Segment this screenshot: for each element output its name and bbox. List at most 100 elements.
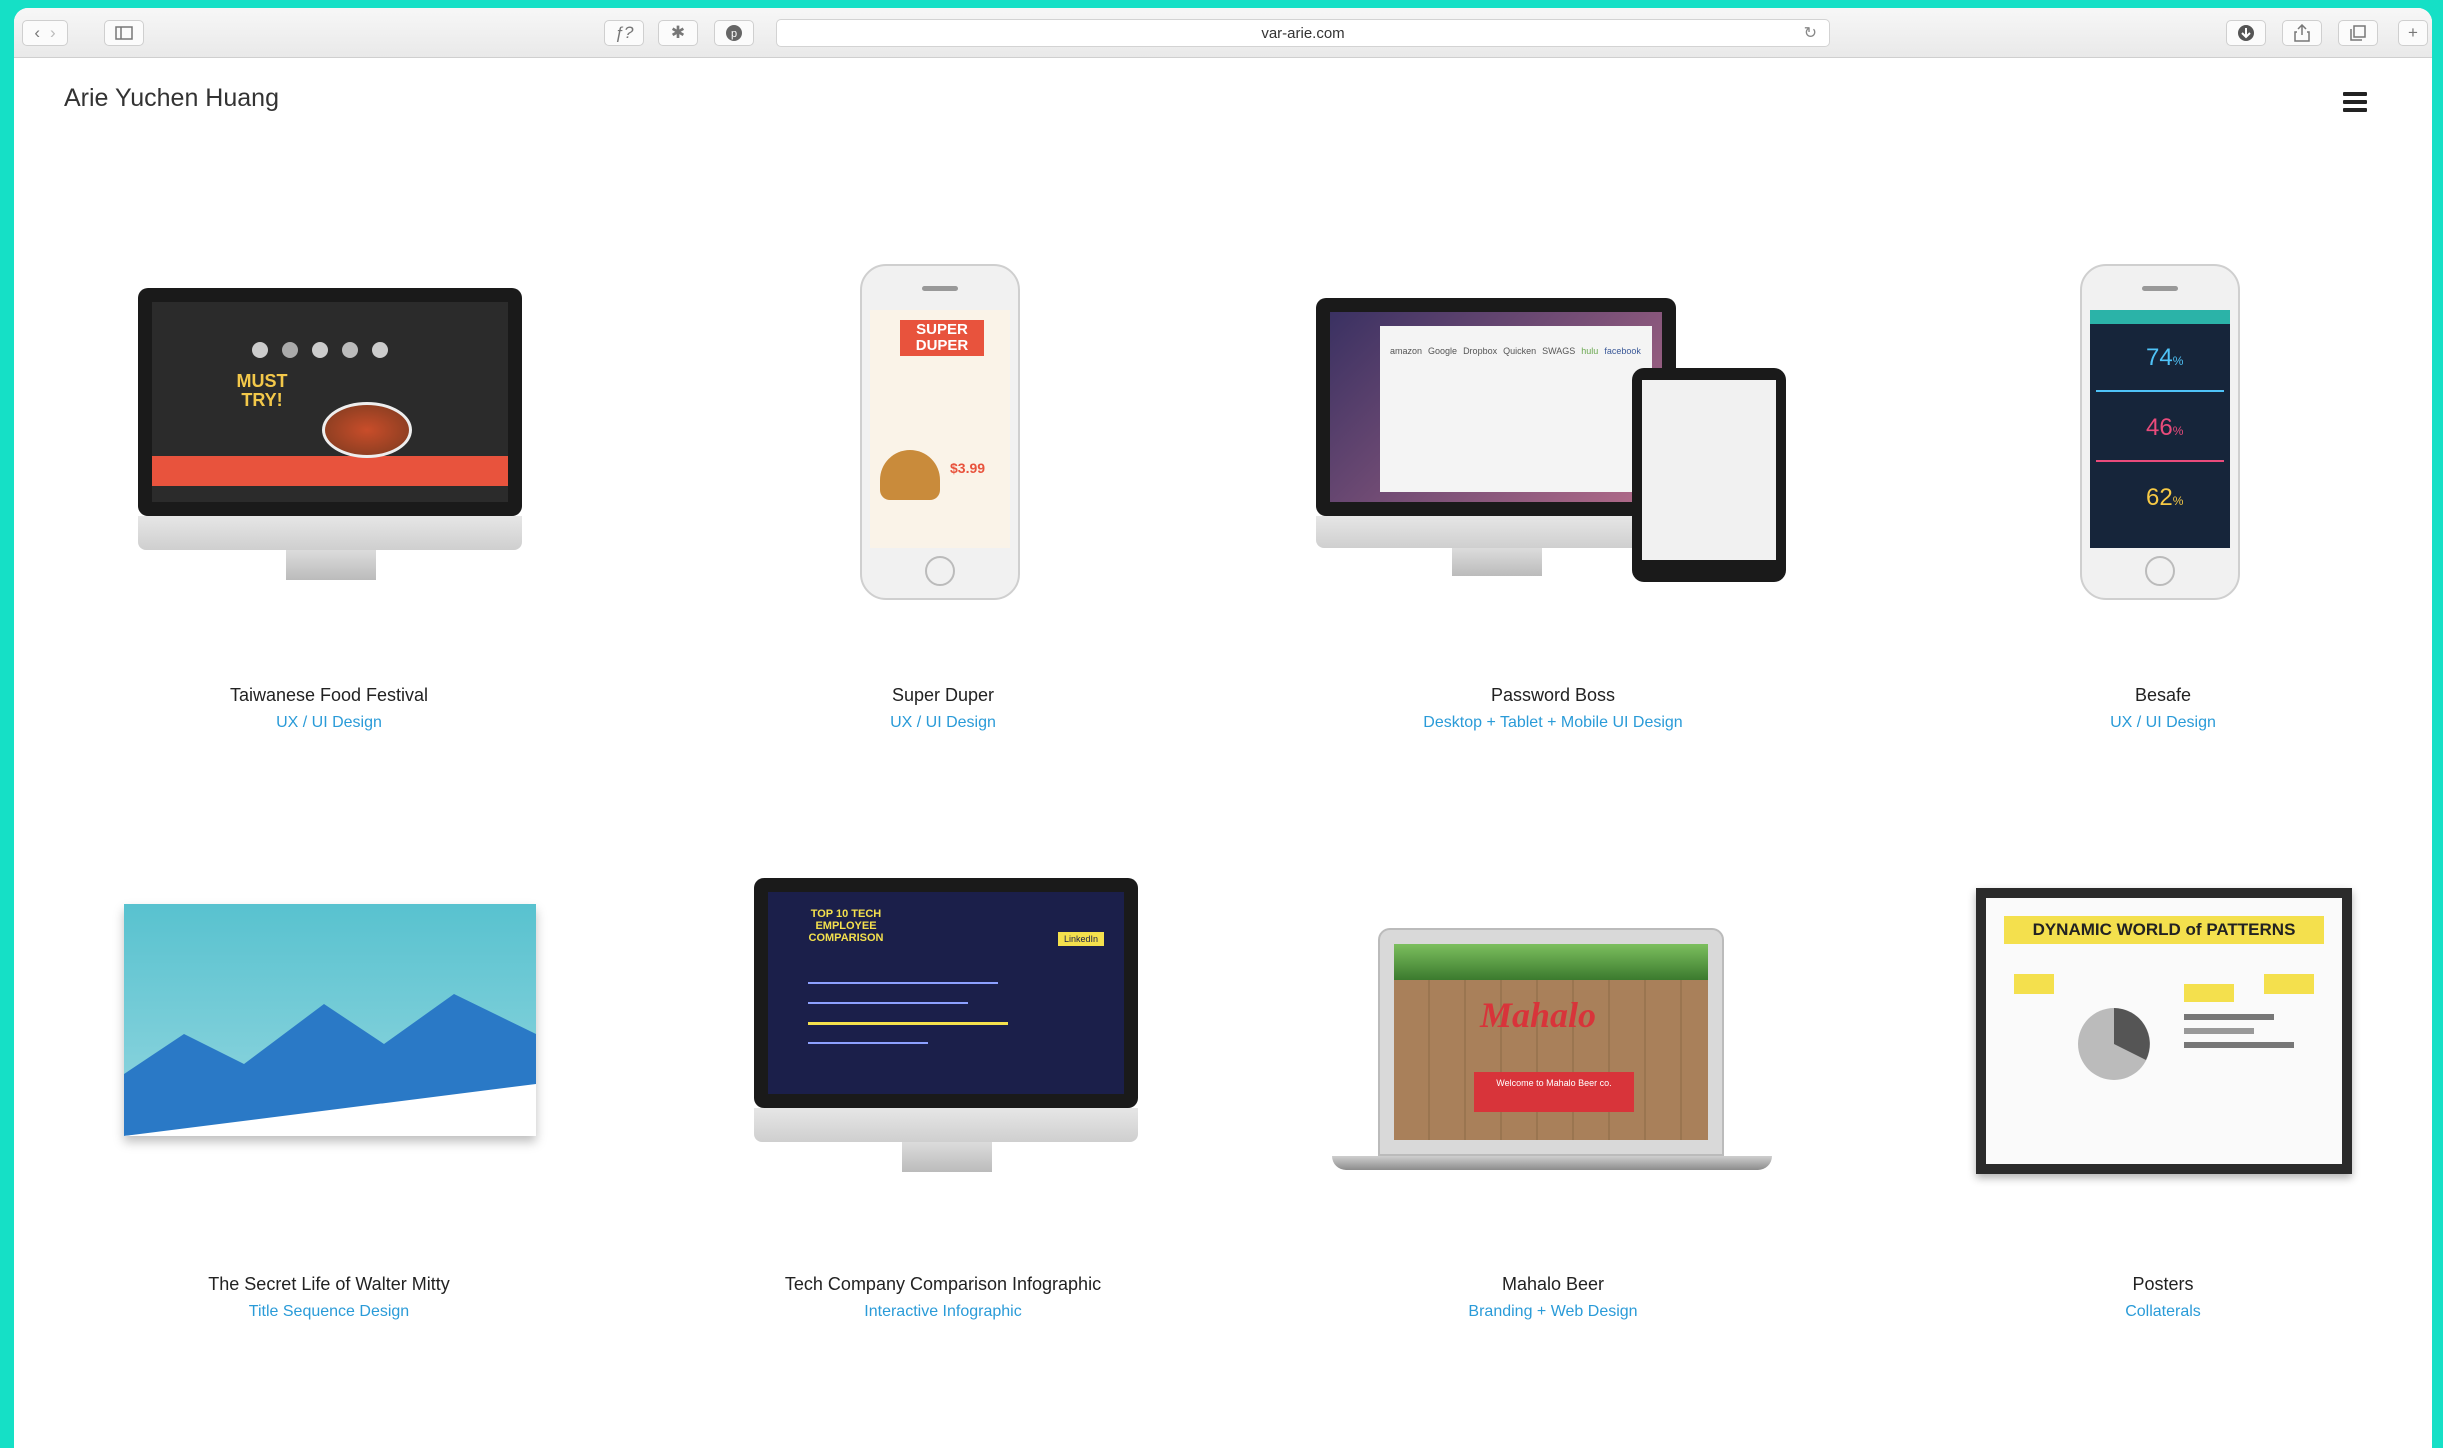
project-thumb-walter-mitty[interactable] bbox=[24, 828, 634, 1158]
thumb-screen-content: TOP 10 TECH EMPLOYEE COMPARISON LinkedIn bbox=[768, 892, 1124, 1094]
project-category[interactable]: Desktop + Tablet + Mobile UI Design bbox=[1248, 714, 1858, 732]
thumb-logo-swags: SWAGS bbox=[1542, 346, 1576, 356]
extension-icon: ✱ bbox=[670, 23, 686, 42]
poster-graphic bbox=[2014, 974, 2314, 1080]
imac-screen: amazon Google Dropbox Quicken SWAGS hulu… bbox=[1316, 298, 1676, 516]
picture-frame: DYNAMIC WORLD of PATTERNS bbox=[1976, 888, 2352, 1174]
thumb-screen-content: SUPER DUPER $3.99 bbox=[870, 310, 1010, 548]
imac-chin bbox=[1316, 516, 1676, 548]
thumb-tag: LinkedIn bbox=[1057, 932, 1104, 946]
sidebar-button[interactable] bbox=[104, 20, 144, 46]
project-title[interactable]: Mahalo Beer bbox=[1248, 1274, 1858, 1295]
chevron-right-icon[interactable]: › bbox=[50, 23, 56, 43]
project-thumb-tech-infographic[interactable]: TOP 10 TECH EMPLOYEE COMPARISON LinkedIn bbox=[638, 828, 1248, 1172]
pinterest-button[interactable]: p bbox=[714, 20, 754, 46]
chevron-left-icon[interactable]: ‹ bbox=[34, 23, 40, 43]
project-title[interactable]: Besafe bbox=[1858, 685, 2432, 706]
project-caption: Tech Company Comparison Infographic Inte… bbox=[638, 1274, 1248, 1321]
imac-screen: TOP 10 TECH EMPLOYEE COMPARISON LinkedIn bbox=[754, 878, 1138, 1108]
project-thumb-mahalo-beer[interactable]: Mahalo Welcome to Mahalo Beer co. bbox=[1248, 828, 1858, 1170]
project-caption: Besafe UX / UI Design bbox=[1858, 685, 2432, 732]
project-caption: Password Boss Desktop + Tablet + Mobile … bbox=[1248, 685, 1858, 732]
project-category[interactable]: UX / UI Design bbox=[1858, 714, 2432, 732]
imac-stand bbox=[286, 550, 376, 580]
thumb-logo-dropbox: Dropbox bbox=[1463, 346, 1498, 356]
project-thumb-password-boss[interactable]: amazon Google Dropbox Quicken SWAGS hulu… bbox=[1248, 238, 1858, 582]
laptop-screen: Mahalo Welcome to Mahalo Beer co. bbox=[1378, 928, 1724, 1156]
download-button[interactable] bbox=[2226, 20, 2266, 46]
address-bar[interactable]: var-arie.com ↻ bbox=[776, 19, 1830, 47]
project-caption: The Secret Life of Walter Mitty Title Se… bbox=[24, 1274, 634, 1321]
project-caption: Taiwanese Food Festival UX / UI Design bbox=[24, 685, 634, 732]
thumb-logo: SUPER DUPER bbox=[900, 320, 984, 356]
back-forward-group: ‹ › bbox=[22, 20, 68, 46]
url-text: var-arie.com bbox=[1261, 24, 1345, 42]
project-category[interactable]: Branding + Web Design bbox=[1248, 1303, 1858, 1321]
tablet-device bbox=[1632, 368, 1786, 582]
project-title[interactable]: Super Duper bbox=[638, 685, 1248, 706]
project-category[interactable]: UX / UI Design bbox=[24, 714, 634, 732]
browser-toolbar: ‹ › ƒ? ✱ p var-arie.com ↻ + bbox=[14, 8, 2432, 58]
thumb-value-2: 46% bbox=[2146, 414, 2184, 441]
project-category[interactable]: Collaterals bbox=[1858, 1303, 2432, 1321]
project-title[interactable]: The Secret Life of Walter Mitty bbox=[24, 1274, 634, 1295]
project-category[interactable]: UX / UI Design bbox=[638, 714, 1248, 732]
script-icon: ƒ? bbox=[614, 23, 634, 42]
plus-icon: + bbox=[2408, 23, 2418, 42]
tabs-icon bbox=[2350, 25, 2366, 41]
thumb-value-3: 62% bbox=[2146, 484, 2184, 511]
thumb-banner: Welcome to Mahalo Beer co. bbox=[1474, 1072, 1634, 1112]
project-thumb-super-duper[interactable]: SUPER DUPER $3.99 bbox=[638, 238, 1248, 600]
thumb-price: $3.99 bbox=[950, 460, 986, 476]
mountains-graphic bbox=[124, 994, 536, 1136]
share-button[interactable] bbox=[2282, 20, 2322, 46]
project-title[interactable]: Posters bbox=[1858, 1274, 2432, 1295]
project-title[interactable]: Tech Company Comparison Infographic bbox=[638, 1274, 1248, 1295]
project-thumb-taiwanese-food-festival[interactable]: MUST TRY! bbox=[24, 238, 634, 580]
project-title[interactable]: Taiwanese Food Festival bbox=[24, 685, 634, 706]
extension-button-2[interactable]: ✱ bbox=[658, 20, 698, 46]
thumb-screen-content: Mahalo Welcome to Mahalo Beer co. bbox=[1394, 944, 1708, 1140]
imac-chin bbox=[754, 1108, 1138, 1142]
share-icon bbox=[2294, 24, 2310, 42]
thumb-value-1: 74% bbox=[2146, 344, 2184, 371]
hamburger-menu-icon[interactable] bbox=[2343, 92, 2367, 112]
iphone-device: 74% 46% 62% bbox=[2080, 264, 2240, 600]
laptop-base bbox=[1332, 1156, 1772, 1170]
project-thumb-posters[interactable]: DYNAMIC WORLD of PATTERNS bbox=[1858, 828, 2432, 1174]
imac-chin bbox=[138, 516, 522, 550]
pinterest-icon: p bbox=[726, 25, 742, 41]
project-title[interactable]: Password Boss bbox=[1248, 685, 1858, 706]
reload-icon[interactable]: ↻ bbox=[1804, 23, 1817, 43]
svg-text:p: p bbox=[731, 28, 737, 40]
thumb-screen-content bbox=[124, 904, 536, 1136]
thumb-screen-content: 74% 46% 62% bbox=[2090, 310, 2230, 548]
new-tab-button[interactable]: + bbox=[2398, 20, 2428, 46]
thumb-logo-google: Google bbox=[1428, 346, 1458, 356]
thumb-screen-content: DYNAMIC WORLD of PATTERNS bbox=[1986, 898, 2342, 1164]
project-caption: Mahalo Beer Branding + Web Design bbox=[1248, 1274, 1858, 1321]
thumb-headline: TOP 10 TECH EMPLOYEE COMPARISON bbox=[808, 908, 884, 944]
thumb-logo-hulu: hulu bbox=[1581, 346, 1599, 356]
thumb-logo-amazon: amazon bbox=[1390, 346, 1423, 356]
thumb-headline: DYNAMIC WORLD of PATTERNS bbox=[2004, 916, 2324, 944]
sidebar-icon bbox=[115, 26, 133, 40]
project-category[interactable]: Title Sequence Design bbox=[24, 1303, 634, 1321]
imac-stand bbox=[902, 1142, 992, 1172]
project-thumb-besafe[interactable]: 74% 46% 62% bbox=[1858, 238, 2432, 600]
project-category[interactable]: Interactive Infographic bbox=[638, 1303, 1248, 1321]
thumb-logo: Mahalo bbox=[1480, 995, 1597, 1035]
thumb-logo-quicken: Quicken bbox=[1503, 346, 1537, 356]
thumb-screen-content: amazon Google Dropbox Quicken SWAGS hulu… bbox=[1330, 312, 1662, 502]
iphone-device: SUPER DUPER $3.99 bbox=[860, 264, 1020, 600]
project-caption: Posters Collaterals bbox=[1858, 1274, 2432, 1321]
extension-button-1[interactable]: ƒ? bbox=[604, 20, 644, 46]
tabs-button[interactable] bbox=[2338, 20, 2378, 46]
thumb-screen-content: MUST TRY! bbox=[152, 302, 508, 502]
imac-stand bbox=[1452, 548, 1542, 576]
site-title[interactable]: Arie Yuchen Huang bbox=[64, 84, 279, 113]
download-icon bbox=[2238, 25, 2254, 41]
browser-window: ‹ › ƒ? ✱ p var-arie.com ↻ + Arie Yuchen … bbox=[14, 8, 2432, 1448]
thumb-headline: MUST TRY! bbox=[236, 371, 288, 410]
project-caption: Super Duper UX / UI Design bbox=[638, 685, 1248, 732]
